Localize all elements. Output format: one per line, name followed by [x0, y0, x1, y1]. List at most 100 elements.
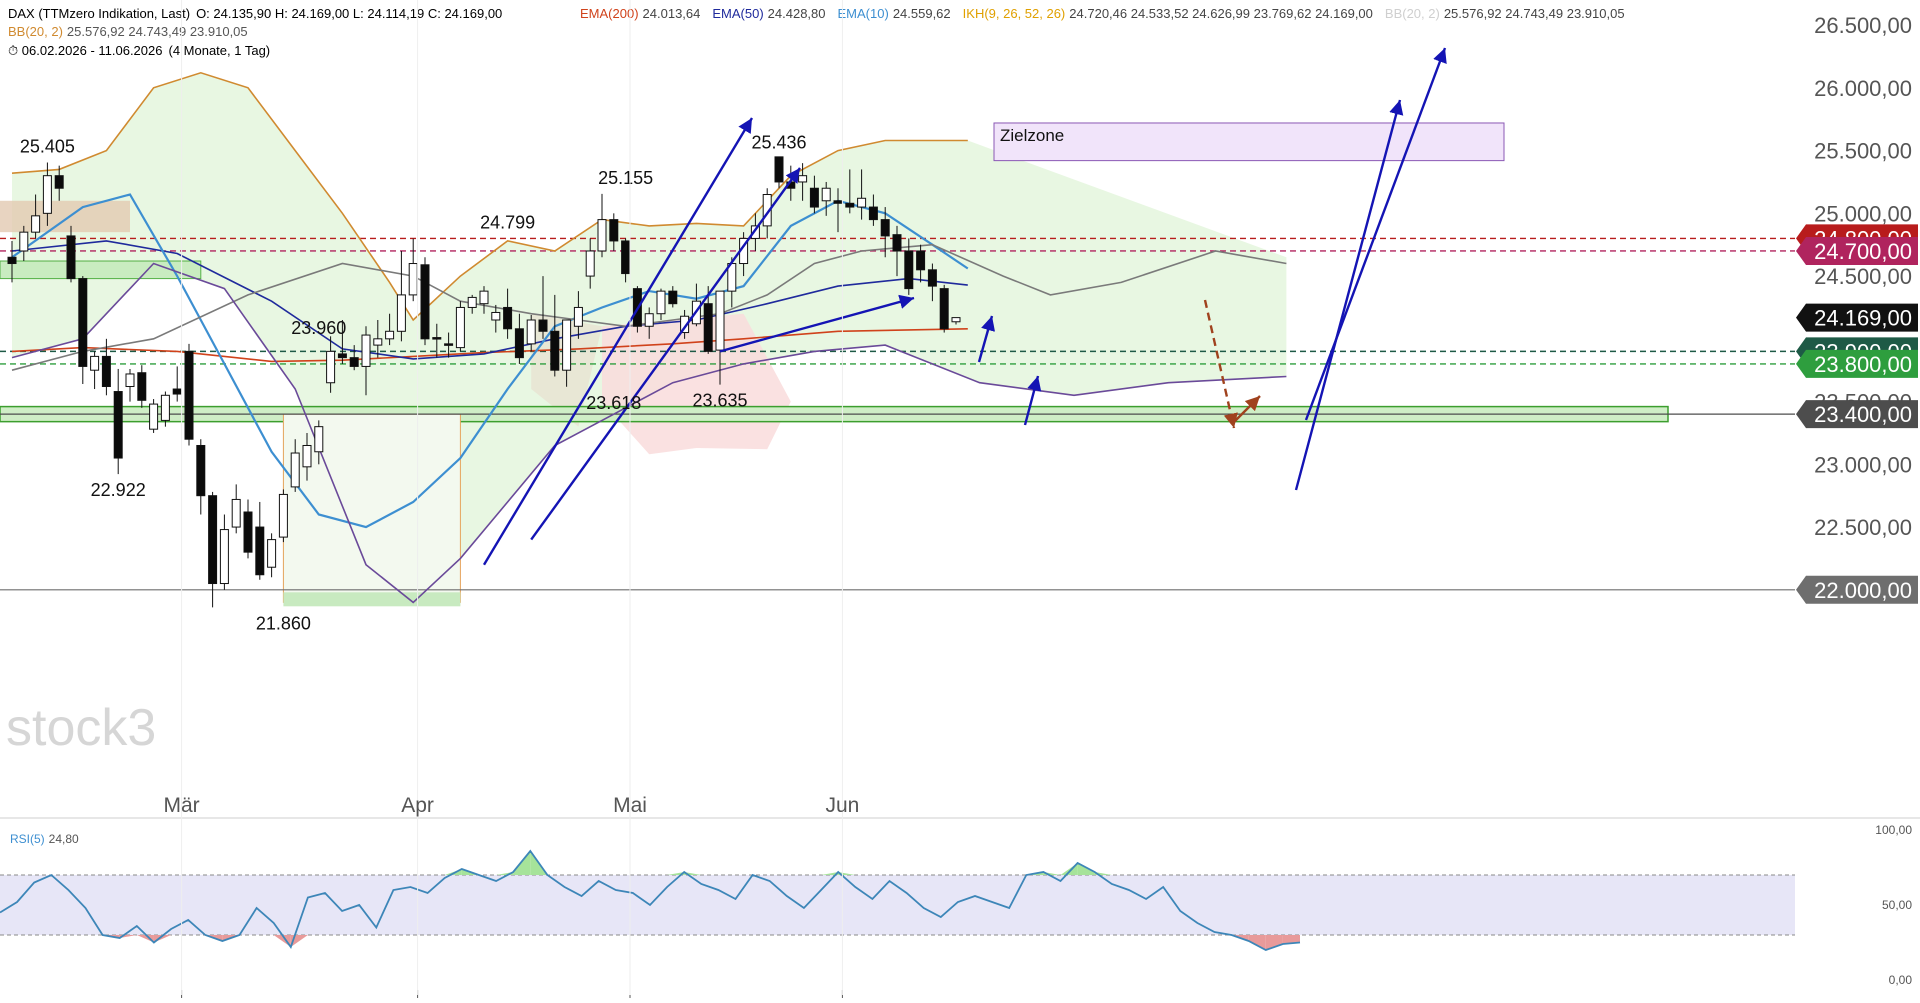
candle-body [609, 219, 619, 242]
candle-body [90, 355, 100, 371]
candle-body [503, 306, 513, 330]
level-badge-6: 22.000,00 [1796, 575, 1918, 604]
candle-body [432, 337, 442, 340]
april-low-box [282, 413, 461, 603]
y-tick-label-6: 23.000,00 [1814, 452, 1912, 477]
y-tick-label-3: 25.000,00 [1814, 201, 1912, 226]
candle-body [538, 319, 548, 332]
annotation-1: 22.922 [91, 480, 146, 500]
candle-body [444, 343, 454, 346]
candle-body [656, 290, 666, 315]
candle-body [491, 311, 501, 321]
candle-body [880, 219, 890, 237]
indicator-value-2: 24.559,62 [893, 6, 951, 21]
x-tick-label-3: Jun [825, 794, 859, 817]
annotation-5: 25.155 [598, 168, 653, 188]
instrument-label: DAX (TTMzero Indikation, Last) O: 24.135,… [8, 6, 502, 21]
candle-body [231, 498, 241, 528]
candle-body [514, 328, 524, 359]
level-badge-4: 23.800,00 [1796, 349, 1918, 378]
april-low-base [283, 592, 461, 607]
level-badge-text-4: 23.800,00 [1814, 352, 1912, 377]
level-badge-text-5: 23.400,00 [1814, 402, 1912, 427]
watermark: stock3 [6, 699, 156, 757]
candle-body [101, 355, 111, 388]
annotation-0: 25.405 [20, 137, 75, 157]
candle-body [54, 175, 64, 189]
y-tick-label-4: 24.500,00 [1814, 264, 1912, 289]
candle-body [396, 294, 406, 332]
level-badge-text-1: 24.700,00 [1814, 239, 1912, 264]
candle-body [868, 206, 878, 221]
candle-body [278, 493, 288, 538]
x-tick-label-2: Mai [613, 794, 647, 817]
indicator-name-3: IKH(9, 26, 52, 26) [963, 6, 1066, 21]
level-badge-5: 23.400,00 [1796, 400, 1918, 429]
level-badge-2: 24.169,00 [1796, 303, 1918, 332]
candle-body [904, 250, 914, 290]
candle-body [172, 388, 182, 395]
candle-body [550, 330, 560, 371]
rsi-band [0, 875, 1795, 935]
candle-body [219, 529, 229, 585]
annotation-2: 23.960 [291, 318, 346, 338]
y-tick-label-7: 22.500,00 [1814, 515, 1912, 540]
candle-body [208, 495, 218, 585]
candle-body [314, 426, 324, 453]
candle-body [479, 290, 489, 305]
resistance-zone-left [0, 200, 130, 233]
candle-body [125, 373, 135, 388]
candle-body [951, 317, 961, 323]
candle-body [326, 350, 336, 384]
candle-body [809, 187, 819, 208]
candle-body [562, 319, 572, 371]
annotation-4: 24.799 [480, 213, 535, 233]
indicator-value-1: 24.428,80 [768, 6, 826, 21]
indicator-value-4: 25.576,92 24.743,49 23.910,05 [1444, 6, 1625, 21]
candle-body [361, 334, 371, 367]
annotation-8: 25.436 [751, 133, 806, 153]
annotation-9: Zielzone [1000, 126, 1064, 145]
candle-body [892, 234, 902, 252]
candle-body [290, 452, 300, 488]
bb-values: BB(20, 2) 25.576,92 24.743,49 23.910,05 [8, 24, 248, 39]
candle-body [703, 303, 713, 352]
x-tick-label-1: Apr [401, 794, 434, 817]
candle-body [243, 511, 253, 553]
candle-body [845, 202, 855, 208]
indicator-name-4: BB(20, 2) [1385, 6, 1440, 21]
candle-body [585, 250, 595, 277]
candle-body [927, 269, 937, 287]
indicator-name-1: EMA(50) [712, 6, 763, 21]
candle-body [573, 306, 583, 327]
candle-body [385, 330, 395, 340]
zielzone-box [993, 122, 1505, 162]
level-badge-text-6: 22.000,00 [1814, 578, 1912, 603]
candle-body [455, 306, 465, 349]
candle-body [302, 444, 312, 468]
candle-body [774, 156, 784, 183]
candle-body [526, 319, 536, 345]
candle-body [42, 175, 52, 214]
y-tick-label-2: 25.500,00 [1814, 139, 1912, 164]
candle-body [916, 250, 926, 271]
period-label: ⏱ 06.02.2026 - 11.06.2026 (4 Monate, 1 Ta… [8, 43, 270, 58]
candle-body [644, 313, 654, 327]
candle-body [467, 296, 477, 308]
candle-body [833, 200, 843, 204]
candle-body [78, 278, 88, 367]
annotation-3: 21.860 [256, 613, 311, 633]
candle-body [715, 290, 725, 351]
indicator-name-2: EMA(10) [838, 6, 889, 21]
candle-body [821, 187, 831, 202]
y-tick-label-1: 26.000,00 [1814, 76, 1912, 101]
candle-body [255, 526, 265, 576]
candle-body [798, 175, 808, 183]
candle-body [857, 197, 867, 208]
rsi-label: RSI(5) 24,80 [10, 832, 79, 846]
candle-body [19, 231, 29, 252]
level-badge-1: 24.700,00 [1796, 236, 1918, 265]
annotation-7: 23.635 [692, 391, 747, 411]
price-axis: 26.500,00 26.000,00 25.500,00 25.000,00 24.5… [1814, 13, 1912, 540]
indicator-values: EMA(200) 24.013,64 EMA(50) 24.428,80 EMA(10)… [580, 6, 1625, 21]
